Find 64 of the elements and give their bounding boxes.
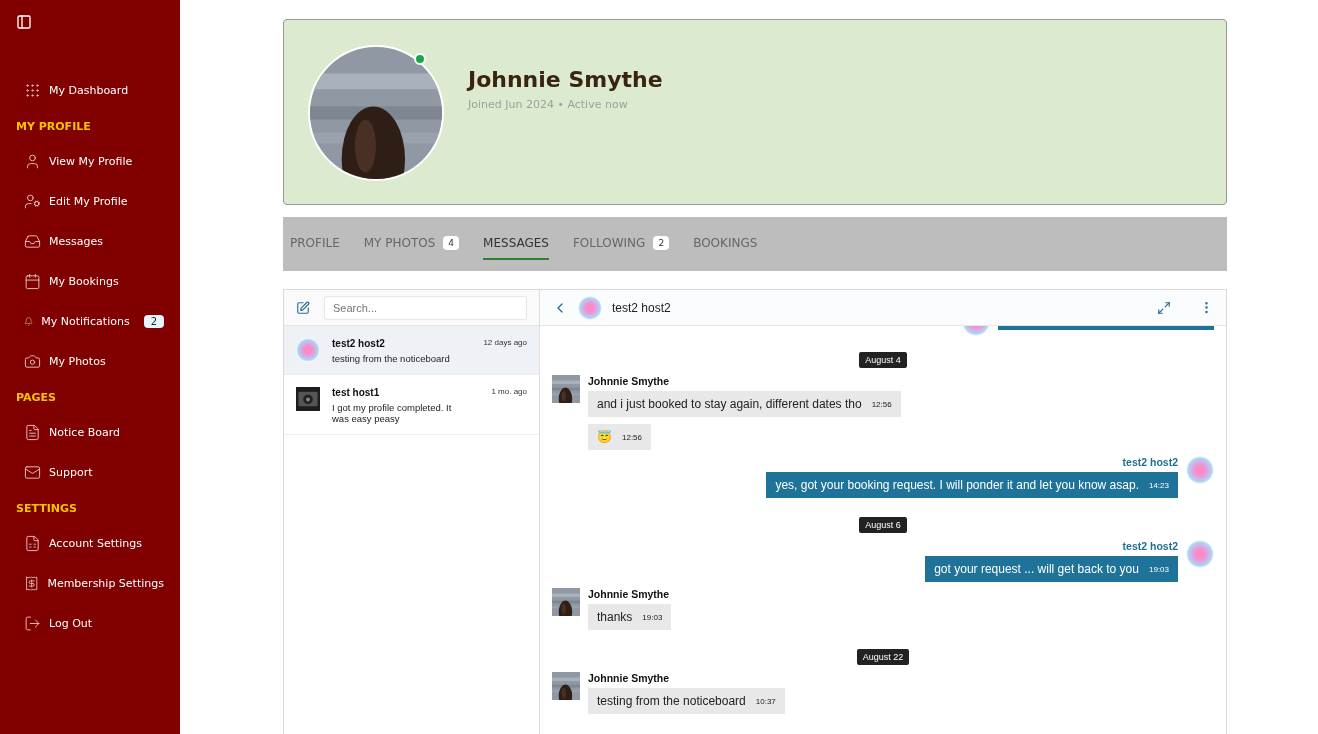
- message-text: thanks: [597, 610, 633, 624]
- message-preview: I got my profile completed. It was easy peasy: [332, 402, 453, 424]
- sidebar-item[interactable]: Messages: [16, 221, 164, 261]
- item-label: Edit My Profile: [49, 194, 128, 208]
- search-field[interactable]: Search...: [324, 295, 527, 320]
- message-time: 12:56: [622, 432, 643, 442]
- section-heading: PAGES: [16, 391, 58, 404]
- message-time: 12:56: [871, 399, 892, 409]
- section-heading: MY PROFILE: [16, 120, 92, 133]
- sidebar-item[interactable]: Edit My Profile: [16, 181, 164, 221]
- item-label: Messages: [49, 234, 103, 248]
- contact-name: test host1: [332, 387, 380, 398]
- message-text: and i just booked to stay again, different dates tho: [597, 397, 862, 411]
- sidebar-item[interactable]: My Notifications 2: [16, 301, 164, 341]
- message-time: 19:03: [642, 612, 663, 622]
- sender-name: test2 host2: [1122, 540, 1178, 552]
- message-time: 1 mo. ago: [491, 387, 527, 398]
- item-label: My Dashboard: [49, 83, 129, 97]
- count-badge: 2: [143, 314, 164, 328]
- contact-name: test2 host2: [332, 338, 385, 349]
- item-label: Membership Settings: [47, 576, 164, 590]
- tab[interactable]: MESSAGES: [483, 228, 549, 260]
- sidebar-item[interactable]: My Bookings: [16, 261, 164, 301]
- message-time: 19:03: [1148, 564, 1169, 574]
- item-label: Support: [49, 465, 93, 479]
- item-label: My Photos: [49, 354, 106, 368]
- count-badge: 4: [443, 236, 460, 250]
- date-separator: August 4: [859, 352, 907, 368]
- message-time: 10:37: [755, 696, 776, 706]
- sender-name: Johnnie Smythe: [588, 375, 670, 387]
- tab[interactable]: MY PHOTOS 4: [363, 228, 460, 260]
- sidebar-item[interactable]: Account Settings: [16, 523, 164, 563]
- sidebar-item[interactable]: Support: [16, 452, 164, 492]
- message-preview: testing from the noticeboard: [332, 353, 451, 364]
- item-label: My Notifications: [41, 314, 130, 328]
- message-text: got your request ... will get back to you: [934, 562, 1139, 576]
- message-time: 14:23: [1148, 480, 1169, 490]
- date-separator: August 22: [856, 649, 910, 665]
- message-time: 12 days ago: [483, 338, 527, 349]
- sidebar-item[interactable]: Membership Settings: [16, 563, 164, 603]
- message-text: yes, got your booking request. I will ponder it and let you know asap.: [775, 478, 1139, 492]
- sidebar-item[interactable]: My Photos: [16, 341, 164, 381]
- profile-name: Johnnie Smythe: [468, 67, 663, 92]
- item-label: View My Profile: [49, 154, 133, 168]
- message-text: 😇: [597, 430, 612, 444]
- item-label: Log Out: [49, 616, 93, 630]
- sender-name: Johnnie Smythe: [588, 672, 670, 684]
- sender-name: Johnnie Smythe: [588, 588, 670, 600]
- sidebar-item[interactable]: View My Profile: [16, 141, 164, 181]
- sidebar-item[interactable]: My Dashboard: [16, 70, 164, 110]
- tab[interactable]: FOLLOWING 2: [572, 228, 670, 260]
- date-separator: August 6: [859, 517, 907, 533]
- item-label: Notice Board: [49, 425, 120, 439]
- sidebar-item[interactable]: Notice Board: [16, 412, 164, 452]
- message-text: testing from the noticeboard: [597, 694, 746, 708]
- section-heading: SETTINGS: [16, 502, 78, 515]
- sidebar-item[interactable]: Log Out: [16, 603, 164, 643]
- profile-meta: Joined Jun 2024 • Active now: [468, 98, 629, 111]
- sender-name: test2 host2: [1122, 456, 1178, 468]
- conversation-item[interactable]: test2 host2 12 days ago testing from the noticeboard: [284, 326, 539, 375]
- count-badge: 2: [653, 236, 670, 250]
- item-label: Account Settings: [49, 536, 143, 550]
- chat-title: test2 host2: [612, 300, 672, 315]
- item-label: My Bookings: [49, 274, 119, 288]
